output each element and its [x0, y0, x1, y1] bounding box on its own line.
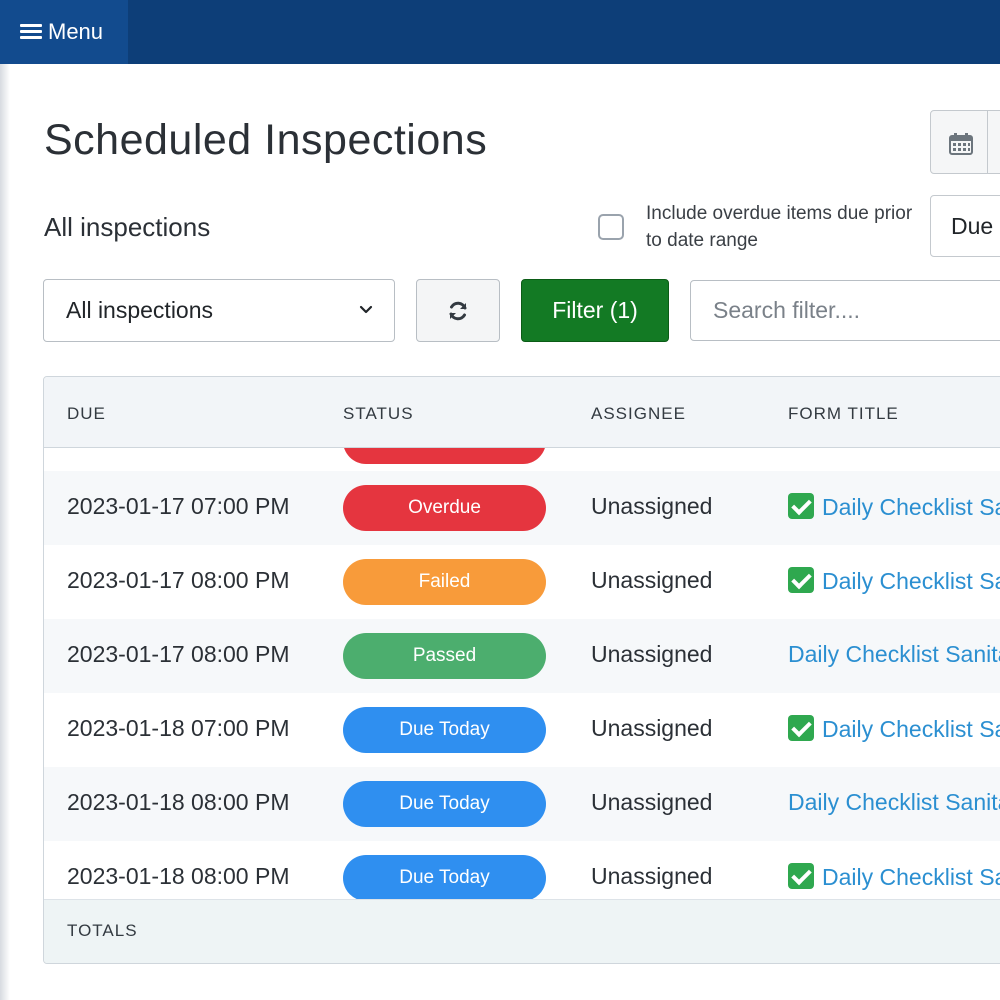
table-row[interactable]: 2023-01-17 07:00 PM Overdue Unassigned Dail…: [44, 471, 1000, 545]
chevron-down-icon: [359, 305, 373, 314]
column-header-status[interactable]: STATUS: [343, 404, 414, 424]
table-body: 2023-01-17 07:00 PM Overdue Unassigned Dail…: [44, 448, 1000, 899]
assignee-cell: Unassigned: [591, 789, 713, 815]
table-row[interactable]: 2023-01-18 08:00 PM Due Today Unassigned Da…: [44, 841, 1000, 899]
status-badge: Due Today: [343, 707, 546, 753]
form-title-text: Daily Checklist Sanita: [788, 641, 1000, 667]
due-cell: 2023-01-17 07:00 PM: [67, 493, 290, 519]
form-title-link[interactable]: Daily Checklist Sa: [788, 863, 1000, 891]
form-title-text: Daily Checklist Sa: [822, 716, 1000, 742]
totals-label: TOTALS: [67, 921, 138, 940]
include-overdue-checkbox[interactable]: [598, 214, 624, 240]
assignee-cell: Unassigned: [591, 641, 713, 667]
assignee-cell: Unassigned: [591, 567, 713, 593]
check-mark-icon: [788, 715, 814, 741]
form-title-text: Daily Checklist Sa: [822, 494, 1000, 520]
form-title-link[interactable]: Daily Checklist Sanita: [788, 789, 1000, 816]
inspections-table: DUE STATUS ASSIGNEE FORM TITLE 2023-01-1…: [43, 376, 1000, 964]
status-badge: Due Today: [343, 781, 546, 827]
table-row[interactable]: 2023-01-17 08:00 PM Passed Unassigned Daily…: [44, 619, 1000, 693]
form-title-text: Daily Checklist Sanita: [788, 789, 1000, 815]
form-title-link[interactable]: Daily Checklist Sa: [788, 493, 1000, 521]
sidebar-edge-shadow: [0, 64, 10, 1000]
due-cell: 2023-01-18 08:00 PM: [67, 863, 290, 889]
assignee-cell: Unassigned: [591, 715, 713, 741]
form-title-link[interactable]: Daily Checklist Sa: [788, 567, 1000, 595]
table-totals-row: TOTALS: [44, 899, 1000, 963]
column-header-due[interactable]: DUE: [67, 404, 106, 424]
due-cell: 2023-01-18 08:00 PM: [67, 789, 290, 815]
status-badge: Due Today: [343, 855, 546, 899]
menu-label: Menu: [48, 19, 104, 44]
form-title-link[interactable]: Daily Checklist Sa: [788, 715, 1000, 743]
list-subtitle: All inspections: [44, 212, 211, 242]
inspections-select[interactable]: All inspections: [43, 279, 395, 342]
due-sort-select[interactable]: Due: [930, 195, 1000, 257]
refresh-icon: [449, 301, 467, 320]
filter-button[interactable]: Filter (1): [521, 279, 669, 342]
status-badge: Failed: [343, 559, 546, 605]
search-filter-input[interactable]: [690, 280, 1000, 341]
column-header-assignee[interactable]: ASSIGNEE: [591, 404, 686, 424]
form-title-link[interactable]: Daily Checklist Sanita: [788, 641, 1000, 668]
due-cell: 2023-01-17 08:00 PM: [67, 641, 290, 667]
hamburger-icon: [20, 24, 42, 40]
column-header-form-title[interactable]: FORM TITLE: [788, 404, 899, 424]
date-range-button[interactable]: [930, 110, 1000, 174]
due-cell: 2023-01-18 07:00 PM: [67, 715, 290, 741]
due-cell: 2023-01-17 08:00 PM: [67, 567, 290, 593]
button-divider: [987, 111, 988, 173]
top-navbar: Menu: [0, 0, 1000, 64]
assignee-cell: Unassigned: [591, 863, 713, 889]
form-title-text: Daily Checklist Sa: [822, 568, 1000, 594]
table-row[interactable]: 2023-01-18 07:00 PM Due Today Unassigned Da…: [44, 693, 1000, 767]
table-row[interactable]: 2023-01-17 08:00 PM Failed Unassigned Daily…: [44, 545, 1000, 619]
calendar-icon: [949, 133, 973, 155]
page-title: Scheduled Inspections: [44, 116, 488, 164]
menu-button[interactable]: Menu: [0, 0, 128, 64]
refresh-button[interactable]: [416, 279, 500, 342]
include-overdue-label: Include overdue items due prior to date …: [646, 203, 913, 251]
assignee-cell: Unassigned: [591, 493, 713, 519]
check-mark-icon: [788, 493, 814, 519]
form-title-text: Daily Checklist Sa: [822, 864, 1000, 890]
due-select-value: Due: [951, 212, 994, 239]
status-badge-partial: [343, 448, 546, 464]
table-header: DUE STATUS ASSIGNEE FORM TITLE: [44, 377, 1000, 448]
status-badge: Passed: [343, 633, 546, 679]
check-mark-icon: [788, 863, 814, 889]
check-mark-icon: [788, 567, 814, 593]
table-row[interactable]: 2023-01-18 08:00 PM Due Today Unassigned Da…: [44, 767, 1000, 841]
inspections-select-value: All inspections: [66, 297, 214, 323]
status-badge: Overdue: [343, 485, 546, 531]
